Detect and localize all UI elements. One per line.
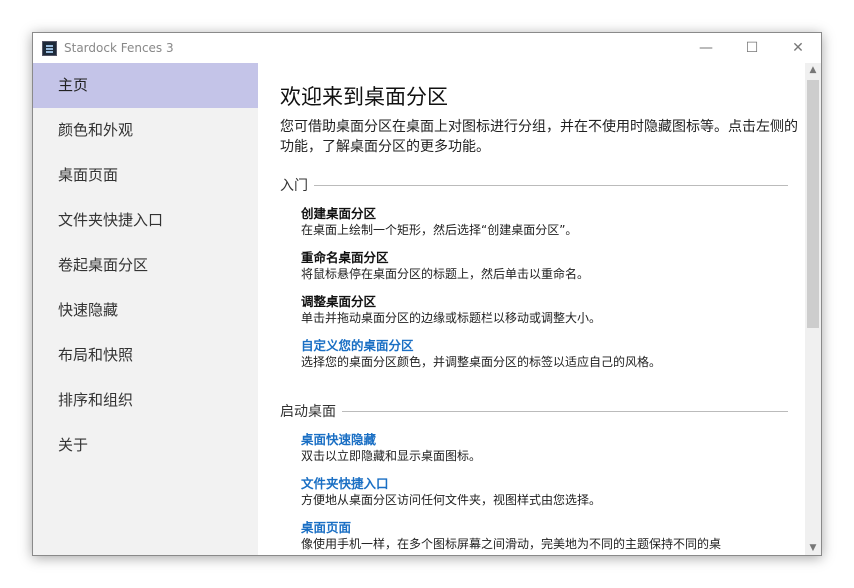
sidebar-item-colors[interactable]: 颜色和外观 <box>33 108 258 153</box>
section-title: 启动桌面 <box>280 404 336 420</box>
window-title: Stardock Fences 3 <box>64 41 174 55</box>
list-item: 文件夹快捷入口 方便地从桌面分区访问任何文件夹，视图样式由您选择。 <box>301 475 805 509</box>
section-header: 启动桌面 <box>280 401 805 421</box>
section-title: 入门 <box>280 178 308 194</box>
intro-text: 您可借助桌面分区在桌面上对图标进行分组，并在不使用时隐藏图标等。点击左侧的功能，… <box>280 119 798 155</box>
scrollbar-thumb[interactable] <box>807 80 819 328</box>
sidebar-item-desktop-pages[interactable]: 桌面页面 <box>33 153 258 198</box>
title-bar: Stardock Fences 3 — ☐ ✕ <box>33 33 821 63</box>
folder-portals-link[interactable]: 文件夹快捷入口 <box>301 475 805 492</box>
item-heading: 创建桌面分区 <box>301 206 377 221</box>
item-desc: 单击并拖动桌面分区的边缘或标题栏以移动或调整大小。 <box>301 311 602 325</box>
desktop-pages-link[interactable]: 桌面页面 <box>301 519 805 536</box>
item-heading: 调整桌面分区 <box>301 294 377 309</box>
quick-hide-link[interactable]: 桌面快速隐藏 <box>301 431 805 448</box>
divider <box>314 184 788 186</box>
page-title: 欢迎来到桌面分区 <box>280 85 448 109</box>
maximize-button[interactable]: ☐ <box>729 40 775 56</box>
sidebar-item-folder-portals[interactable]: 文件夹快捷入口 <box>33 198 258 243</box>
item-desc: 在桌面上绘制一个矩形，然后选择“创建桌面分区”。 <box>301 223 578 237</box>
list-item: 自定义您的桌面分区 选择您的桌面分区颜色，并调整桌面分区的标签以适应自己的风格。 <box>301 337 805 371</box>
main-content: 欢迎来到桌面分区 您可借助桌面分区在桌面上对图标进行分组，并在不使用时隐藏图标等… <box>258 63 805 555</box>
sidebar-item-rollup[interactable]: 卷起桌面分区 <box>33 243 258 288</box>
item-desc: 将鼠标悬停在桌面分区的标题上，然后单击以重命名。 <box>301 267 590 281</box>
section-header: 入门 <box>280 175 805 195</box>
item-desc: 双击以立即隐藏和显示桌面图标。 <box>301 449 482 463</box>
sidebar-item-about[interactable]: 关于 <box>33 423 258 468</box>
divider <box>342 410 788 412</box>
list-item: 桌面页面 像使用手机一样，在多个图标屏幕之间滑动，完美地为不同的主题保持不同的桌 <box>301 519 805 553</box>
vertical-scrollbar[interactable]: ▲ ▼ <box>805 63 821 555</box>
app-window: Stardock Fences 3 — ☐ ✕ 主页 颜色和外观 桌面页面 文件… <box>32 32 822 556</box>
list-item: 创建桌面分区在桌面上绘制一个矩形，然后选择“创建桌面分区”。 <box>301 205 805 239</box>
item-desc: 方便地从桌面分区访问任何文件夹，视图样式由您选择。 <box>301 493 602 507</box>
sidebar-item-layouts[interactable]: 布局和快照 <box>33 333 258 378</box>
customize-link[interactable]: 自定义您的桌面分区 <box>301 337 805 354</box>
list-item: 调整桌面分区单击并拖动桌面分区的边缘或标题栏以移动或调整大小。 <box>301 293 805 327</box>
fences-app-icon <box>42 40 57 56</box>
scroll-up-icon[interactable]: ▲ <box>805 65 821 75</box>
sidebar: 主页 颜色和外观 桌面页面 文件夹快捷入口 卷起桌面分区 快速隐藏 布局和快照 … <box>33 63 258 555</box>
minimize-button[interactable]: — <box>683 40 729 56</box>
sidebar-item-home[interactable]: 主页 <box>33 63 258 108</box>
list-item: 桌面快速隐藏 双击以立即隐藏和显示桌面图标。 <box>301 431 805 465</box>
close-button[interactable]: ✕ <box>775 40 821 56</box>
sidebar-item-quick-hide[interactable]: 快速隐藏 <box>33 288 258 333</box>
list-item: 重命名桌面分区将鼠标悬停在桌面分区的标题上，然后单击以重命名。 <box>301 249 805 283</box>
item-desc: 选择您的桌面分区颜色，并调整桌面分区的标签以适应自己的风格。 <box>301 355 662 369</box>
item-desc: 像使用手机一样，在多个图标屏幕之间滑动，完美地为不同的主题保持不同的桌 <box>301 537 722 551</box>
scroll-down-icon[interactable]: ▼ <box>805 543 821 553</box>
sidebar-item-sorting[interactable]: 排序和组织 <box>33 378 258 423</box>
item-heading: 重命名桌面分区 <box>301 250 389 265</box>
